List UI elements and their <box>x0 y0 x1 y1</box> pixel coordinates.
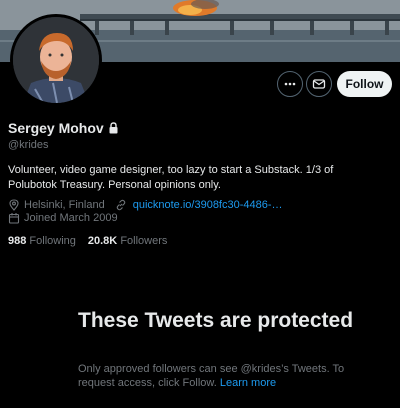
profile-location: Helsinki, Finland <box>24 199 105 211</box>
learn-more-link[interactable]: Learn more <box>220 377 276 389</box>
more-icon <box>284 82 296 86</box>
envelope-icon <box>312 79 326 89</box>
profile-bio: Volunteer, video game designer, too lazy… <box>8 164 334 191</box>
profile-website-link[interactable]: quicknote.io/3908fc30-4486-… <box>133 199 283 211</box>
profile-joined-row: Joined March 2009 <box>8 212 118 224</box>
calendar-icon <box>8 213 20 224</box>
following-count: 988 <box>8 235 27 247</box>
location-icon <box>9 199 19 211</box>
protected-description-text: Only approved followers can see @krides’… <box>78 363 345 389</box>
followers-count: 20.8K <box>87 235 118 247</box>
followers-stat[interactable]: 20.8K Followers <box>88 235 168 247</box>
lock-icon <box>109 122 118 134</box>
follow-button[interactable]: Follow <box>337 71 392 97</box>
profile-stats: 988 Following 20.8K Followers <box>8 235 167 247</box>
followers-label: Followers <box>120 235 168 247</box>
more-options-button[interactable] <box>277 71 303 97</box>
message-button[interactable] <box>306 71 332 97</box>
link-icon <box>116 199 125 211</box>
profile-handle: @krides <box>8 139 49 151</box>
profile-name-text: Sergey Mohov <box>8 120 104 136</box>
following-label: Following <box>29 235 76 247</box>
avatar[interactable] <box>10 14 102 106</box>
profile-joined-date: Joined March 2009 <box>24 212 118 224</box>
profile-name: Sergey Mohov <box>8 120 119 136</box>
avatar-image <box>13 17 99 103</box>
protected-title: These Tweets are protected <box>78 309 354 332</box>
profile-meta-row: Helsinki, Finland quicknote.io/3908fc30-… <box>8 199 283 211</box>
following-stat[interactable]: 988 Following <box>8 235 76 247</box>
protected-description: Only approved followers can see @krides’… <box>78 362 368 390</box>
